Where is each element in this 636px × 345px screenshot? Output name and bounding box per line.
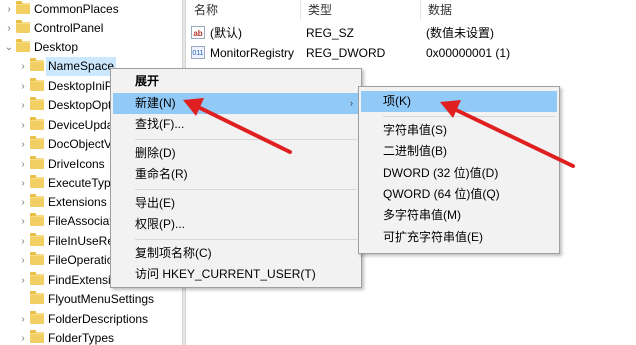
value-data: 0x00000001 (1) <box>426 46 511 60</box>
chevron-right-icon[interactable]: › <box>17 271 29 290</box>
chevron-right-icon[interactable]: › <box>17 174 29 193</box>
dword-value-icon: 011 <box>191 46 205 59</box>
menu-separator <box>383 116 555 117</box>
chevron-right-icon[interactable]: › <box>3 19 15 38</box>
chevron-right-icon[interactable]: › <box>3 0 15 19</box>
tree-item-label: FlyoutMenuSettings <box>48 292 155 306</box>
folder-icon <box>30 156 44 169</box>
tree-item-label: Desktop <box>34 40 79 54</box>
submenu-item-binary-value[interactable]: 二进制值(B) <box>361 141 557 162</box>
folder-icon <box>30 213 44 226</box>
menu-separator <box>135 239 357 240</box>
submenu-item-dword-value[interactable]: DWORD (32 位)值(D) <box>361 163 557 184</box>
folder-icon <box>30 311 44 324</box>
value-name: (默认) <box>210 26 242 40</box>
folder-icon <box>30 175 44 188</box>
value-type: REG_DWORD <box>306 46 386 60</box>
folder-icon <box>30 58 44 71</box>
tree-item-label: FolderDescriptions <box>48 312 149 326</box>
chevron-right-icon[interactable]: › <box>17 251 29 270</box>
value-type: REG_SZ <box>306 26 355 40</box>
tree-item-label: ControlPanel <box>34 21 104 35</box>
menu-item-export[interactable]: 导出(E) <box>113 193 359 214</box>
chevron-right-icon[interactable]: › <box>17 155 29 174</box>
tree-item-label: CommonPlaces <box>34 2 119 16</box>
menu-item-label: 新建(N) <box>135 96 176 110</box>
column-divider[interactable] <box>300 0 301 20</box>
submenu-item-expandable-string-value[interactable]: 可扩充字符串值(E) <box>361 227 557 248</box>
folder-icon <box>30 117 44 130</box>
chevron-right-icon[interactable]: › <box>17 77 29 96</box>
menu-item-expand[interactable]: 展开 <box>113 71 359 92</box>
tree-item-label: DriveIcons <box>48 157 105 171</box>
folder-icon <box>30 252 44 265</box>
chevron-right-icon[interactable]: › <box>17 57 29 76</box>
chevron-right-icon[interactable]: › <box>17 116 29 135</box>
chevron-right-icon[interactable]: › <box>17 135 29 154</box>
value-row[interactable]: 011 MonitorRegistry REG_DWORD 0x00000001… <box>186 43 636 63</box>
menu-item-delete[interactable]: 删除(D) <box>113 143 359 164</box>
folder-icon <box>30 97 44 110</box>
menu-separator <box>135 189 357 190</box>
column-header-name[interactable]: 名称 <box>194 0 218 20</box>
value-row[interactable]: ab (默认) REG_SZ (数值未设置) <box>186 23 636 43</box>
value-data: (数值未设置) <box>426 26 494 40</box>
context-menu[interactable]: 展开 新建(N) › 查找(F)... 删除(D) 重命名(R) 导出(E) 权… <box>110 68 362 288</box>
menu-item-new[interactable]: 新建(N) › <box>113 93 359 114</box>
folder-icon <box>30 233 44 246</box>
folder-icon <box>16 39 30 52</box>
submenu-item-qword-value[interactable]: QWORD (64 位)值(Q) <box>361 184 557 205</box>
tree-item-flyoutmenusettings[interactable]: FlyoutMenuSettings <box>0 290 182 309</box>
menu-separator <box>135 139 357 140</box>
chevron-right-icon[interactable]: › <box>17 193 29 212</box>
chevron-right-icon: › <box>350 98 353 108</box>
submenu-item-multi-string-value[interactable]: 多字符串值(M) <box>361 205 557 226</box>
folder-icon <box>30 330 44 343</box>
new-submenu[interactable]: 项(K) 字符串值(S) 二进制值(B) DWORD (32 位)值(D) QW… <box>358 86 560 254</box>
submenu-item-key[interactable]: 项(K) <box>361 91 557 112</box>
tree-item-folderdescriptions[interactable]: › FolderDescriptions <box>0 310 182 329</box>
menu-item-goto-hkcu[interactable]: 访问 HKEY_CURRENT_USER(T) <box>113 264 359 285</box>
submenu-item-string-value[interactable]: 字符串值(S) <box>361 120 557 141</box>
tree-item-controlpanel[interactable]: › ControlPanel <box>0 19 182 38</box>
menu-item-permissions[interactable]: 权限(P)... <box>113 214 359 235</box>
value-name: MonitorRegistry <box>210 46 295 60</box>
chevron-right-icon[interactable]: › <box>17 329 29 345</box>
column-header-type[interactable]: 类型 <box>308 0 332 20</box>
tree-item-desktop[interactable]: ⌄ Desktop <box>0 38 182 57</box>
tree-item-label: NameSpace <box>46 57 117 76</box>
folder-icon <box>16 1 30 14</box>
folder-icon <box>30 78 44 91</box>
tree-item-label: Extensions <box>48 195 107 209</box>
column-divider[interactable] <box>420 0 421 20</box>
folder-icon <box>30 136 44 149</box>
chevron-down-icon[interactable]: ⌄ <box>3 38 15 57</box>
chevron-right-icon[interactable]: › <box>17 96 29 115</box>
chevron-right-icon[interactable]: › <box>17 212 29 231</box>
menu-item-find[interactable]: 查找(F)... <box>113 114 359 135</box>
tree-item-foldertypes[interactable]: › FolderTypes <box>0 329 182 345</box>
folder-icon <box>30 291 44 304</box>
tree-item-commonplaces[interactable]: › CommonPlaces <box>0 0 182 19</box>
string-value-icon: ab <box>191 26 205 39</box>
menu-item-copy-key-name[interactable]: 复制项名称(C) <box>113 243 359 264</box>
chevron-right-icon[interactable]: › <box>17 232 29 251</box>
folder-icon <box>16 20 30 33</box>
tree-item-label: FolderTypes <box>48 331 115 345</box>
menu-item-rename[interactable]: 重命名(R) <box>113 164 359 185</box>
column-header-data[interactable]: 数据 <box>428 0 452 20</box>
chevron-right-icon[interactable]: › <box>17 310 29 329</box>
folder-icon <box>30 272 44 285</box>
folder-icon <box>30 194 44 207</box>
